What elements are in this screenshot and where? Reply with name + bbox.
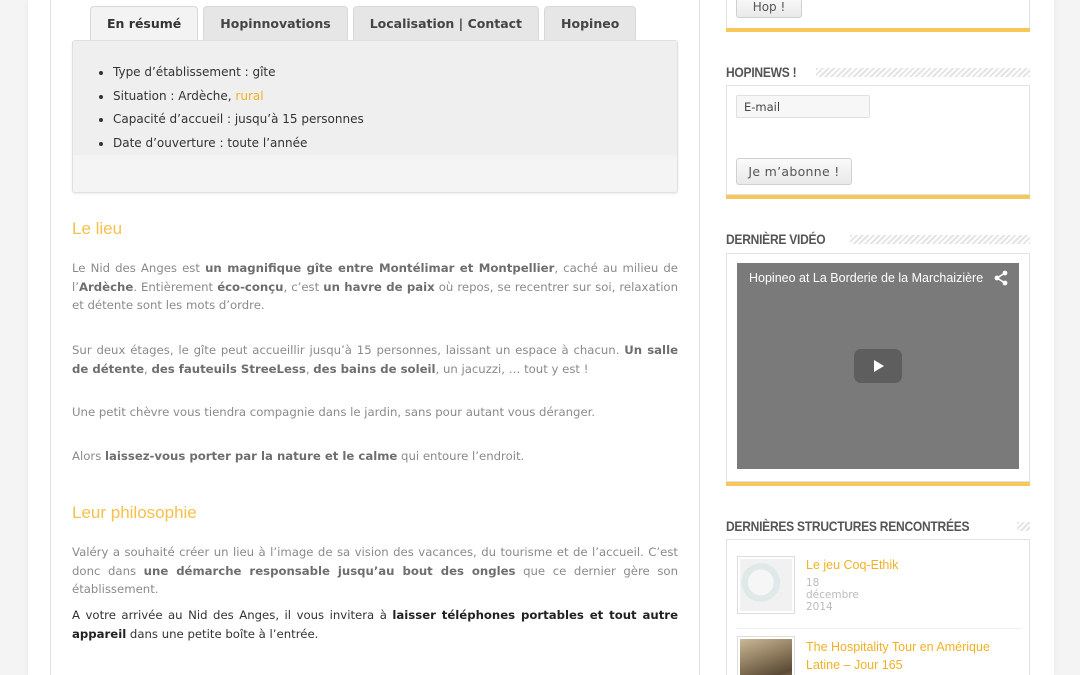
heading-le-lieu: Le lieu bbox=[72, 219, 123, 238]
share-icon[interactable] bbox=[993, 270, 1009, 286]
heading-leur-philosophie: Leur philosophie bbox=[72, 503, 197, 522]
subscribe-button[interactable]: Je m’abonne ! bbox=[736, 158, 852, 185]
video-widget-title: DERNIÈRE VIDÉO bbox=[726, 229, 1030, 249]
play-button[interactable] bbox=[854, 349, 902, 383]
video-title[interactable]: Hopineo at La Borderie de la Marchaizièr… bbox=[749, 271, 985, 285]
newsletter-widget-title: HOPINEWS ! bbox=[726, 62, 1030, 82]
tab-bar: En résumé Hopinnovations Localisation | … bbox=[90, 6, 637, 40]
paragraph-le-lieu-1: Le Nid des Anges est un magnifique gîte … bbox=[72, 261, 678, 312]
post-divider bbox=[737, 628, 1021, 629]
post-date: 18 décembre 2014 bbox=[806, 577, 859, 613]
summary-item-opening: Date d’ouverture : toute l’année bbox=[113, 132, 364, 156]
post-title-link[interactable]: The Hospitality Tour en Amérique Latine … bbox=[806, 638, 1016, 674]
widget-accent-bar bbox=[726, 482, 1030, 486]
paragraph-le-lieu-3: Une petit chèvre vous tiendra compagnie … bbox=[72, 405, 596, 419]
post-thumbnail[interactable] bbox=[737, 556, 795, 614]
tab-hopineo[interactable]: Hopineo bbox=[544, 6, 637, 40]
paragraph-le-lieu-4: Alors laissez-vous porter par la nature … bbox=[72, 449, 525, 463]
link-rural[interactable]: rural bbox=[235, 89, 263, 103]
structures-widget-title: DERNIÈRES STRUCTURES RENCONTRÉES bbox=[726, 516, 1030, 536]
paragraph-philosophie-2: A votre arrivée au Nid des Anges, il vou… bbox=[72, 608, 678, 641]
summary-item-type: Type d’établissement : gîte bbox=[113, 61, 364, 85]
video-player[interactable]: Hopineo at La Borderie de la Marchaizièr… bbox=[737, 263, 1019, 469]
play-icon bbox=[874, 360, 884, 372]
summary-item-situation: Situation : Ardèche, rural bbox=[113, 85, 364, 109]
summary-list: Type d’établissement : gîte Situation : … bbox=[113, 61, 364, 155]
post-title-link[interactable]: Le jeu Coq-Ethik bbox=[806, 556, 1016, 574]
tab-en-resume[interactable]: En résumé bbox=[90, 6, 199, 40]
paragraph-le-lieu-2: Sur deux étages, le gîte peut accueillir… bbox=[72, 343, 678, 376]
tab-hopinnovations[interactable]: Hopinnovations bbox=[203, 6, 348, 40]
summary-item-capacity: Capacité d’accueil : jusqu’à 15 personne… bbox=[113, 108, 364, 132]
widget-accent-bar bbox=[726, 28, 1030, 32]
paragraph-philosophie-1: Valéry a souhaité créer un lieu à l’imag… bbox=[72, 545, 678, 596]
post-thumbnail[interactable] bbox=[737, 636, 795, 675]
tab-localisation-contact[interactable]: Localisation | Contact bbox=[352, 6, 540, 40]
hop-button[interactable]: Hop ! bbox=[736, 0, 802, 18]
email-field[interactable]: E-mail bbox=[736, 95, 870, 118]
tab-panel-summary: Type d’établissement : gîte Situation : … bbox=[72, 40, 678, 193]
widget-accent-bar bbox=[726, 195, 1030, 199]
